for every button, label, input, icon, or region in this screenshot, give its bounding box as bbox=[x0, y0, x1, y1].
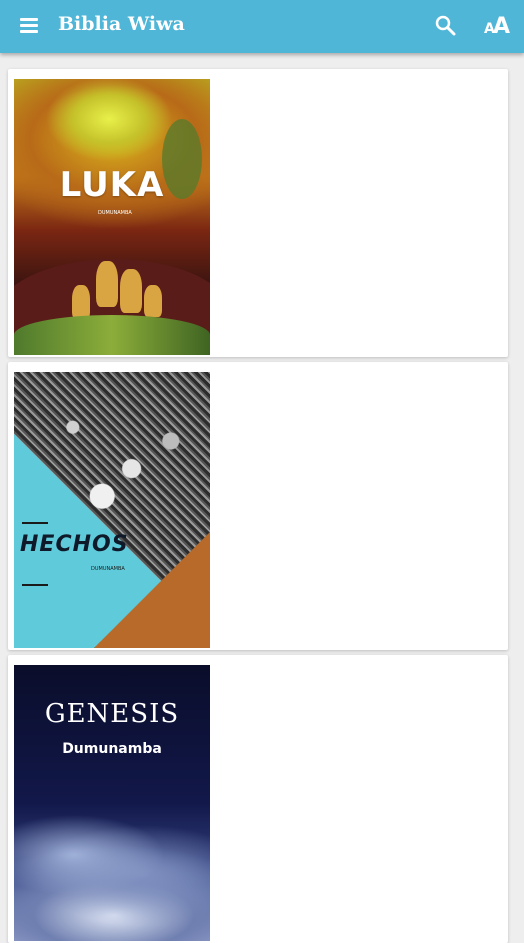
cover-subtitle: Dumunamba bbox=[62, 741, 162, 757]
book-card-hechos[interactable]: HECHOS DUMUNAMBA bbox=[8, 362, 508, 650]
app-bar: Biblia Wiwa A A bbox=[0, 0, 524, 53]
search-button[interactable] bbox=[432, 12, 460, 40]
text-size-button[interactable]: A A bbox=[480, 12, 514, 40]
cover-title: GENESIS bbox=[44, 699, 180, 729]
cover-subtitle: DUMUNAMBA bbox=[98, 210, 132, 216]
book-cover-luka: LUKA DUMUNAMBA bbox=[14, 79, 210, 355]
cover-title: LUKA bbox=[59, 165, 165, 205]
cover-subtitle: DUMUNAMBA bbox=[91, 566, 125, 572]
cover-title: HECHOS bbox=[20, 532, 129, 557]
book-cover-hechos: HECHOS DUMUNAMBA bbox=[14, 372, 210, 648]
search-icon bbox=[435, 15, 456, 36]
app-title: Biblia Wiwa bbox=[58, 13, 185, 35]
book-card-luka[interactable]: LUKA DUMUNAMBA bbox=[8, 69, 508, 357]
menu-button[interactable] bbox=[18, 14, 42, 38]
text-size-icon-large: A bbox=[493, 14, 511, 39]
